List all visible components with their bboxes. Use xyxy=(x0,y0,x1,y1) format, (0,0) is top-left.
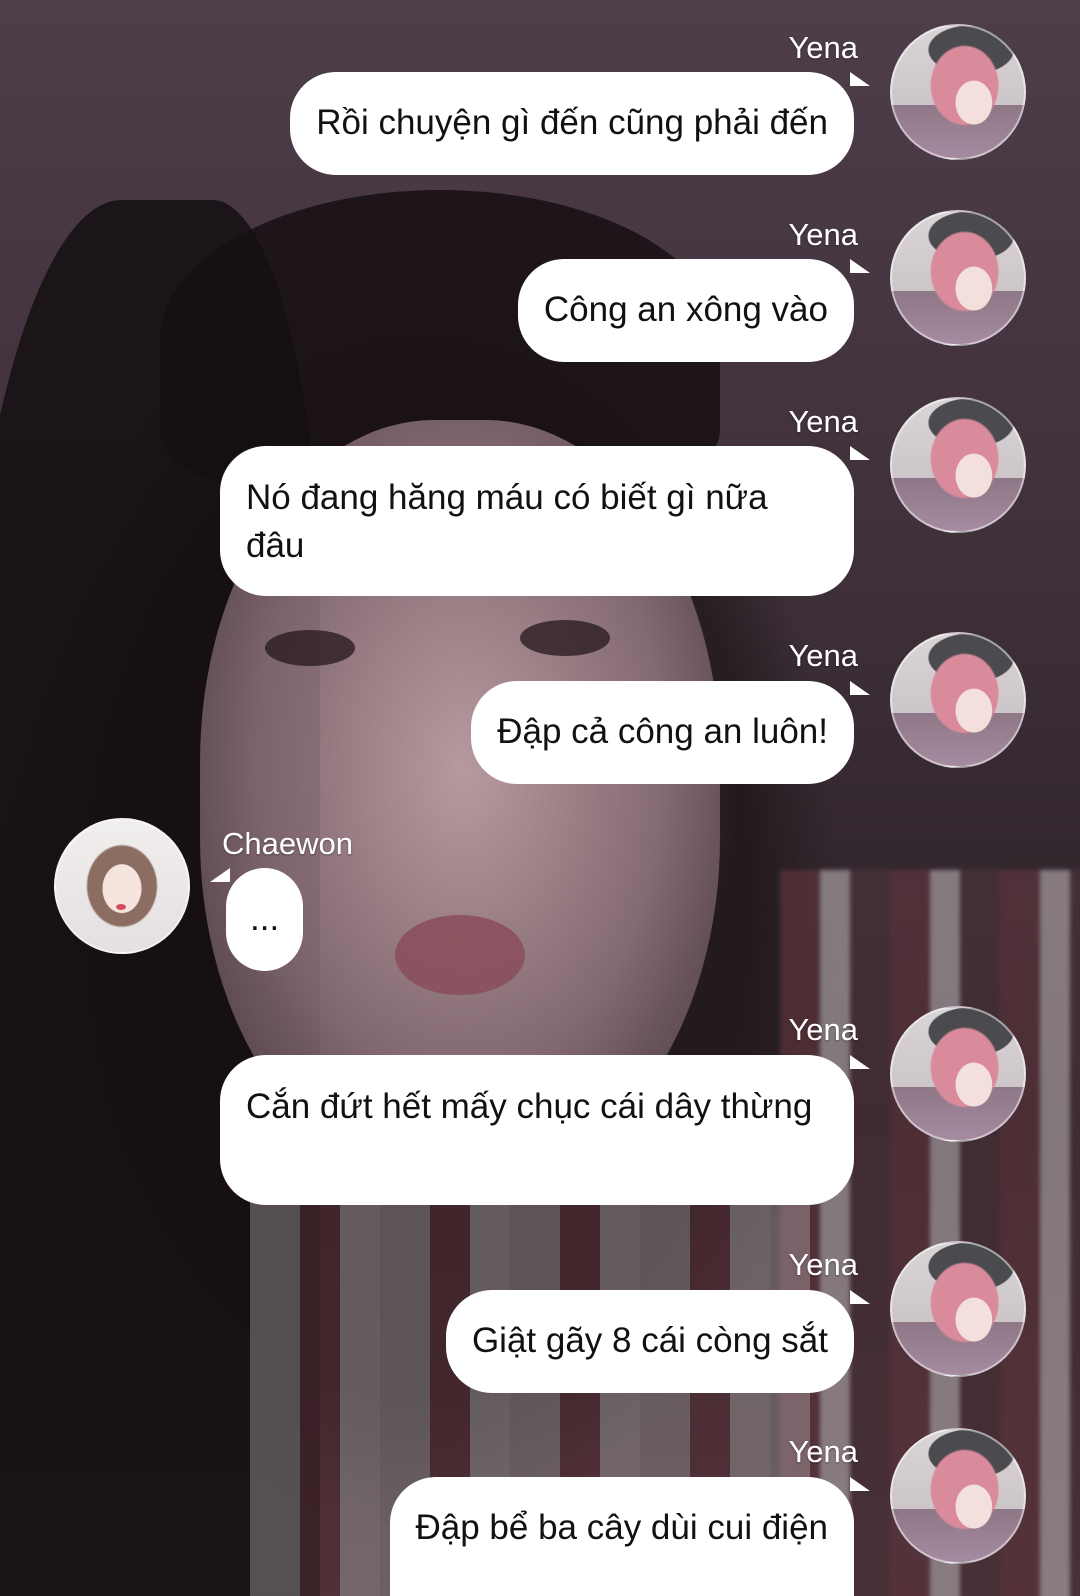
message-bubble[interactable]: Nó đang hăng máu có biết gì nữa đâu xyxy=(220,446,854,596)
sender-name: Yena xyxy=(788,1012,858,1047)
bubble-tail xyxy=(850,72,870,86)
message-text: Cắn đứt hết mấy chục cái dây thừng xyxy=(246,1087,813,1126)
message-text: Công an xông vào xyxy=(543,290,828,329)
message-text: Giật gãy 8 cái còng sắt xyxy=(471,1321,828,1360)
avatar-yena[interactable] xyxy=(890,397,1026,533)
message-bubble[interactable]: Đập bể ba cây dùi cui điện xyxy=(389,1477,854,1596)
sender-name: Yena xyxy=(788,1247,858,1282)
avatar-yena[interactable] xyxy=(890,24,1026,160)
sender-name: Chaewon xyxy=(222,826,353,861)
message-text: ... xyxy=(250,899,280,938)
message-bubble[interactable]: Rồi chuyện gì đến cũng phải đến xyxy=(290,72,854,175)
avatar-chaewon[interactable] xyxy=(54,818,190,954)
sender-name: Yena xyxy=(788,404,858,439)
bubble-tail xyxy=(210,868,230,882)
message-bubble[interactable]: Công an xông vào xyxy=(517,259,854,362)
message-bubble[interactable]: ... xyxy=(226,868,304,971)
bubble-tail xyxy=(850,1290,870,1304)
bubble-tail xyxy=(850,446,870,460)
message-text: Đập cả công an luôn! xyxy=(497,712,828,751)
sender-name: Yena xyxy=(788,217,858,252)
sender-name: Yena xyxy=(788,30,858,65)
message-text: Nó đang hăng máu có biết gì nữa đâu xyxy=(246,478,768,565)
message-bubble[interactable]: Cắn đứt hết mấy chục cái dây thừng xyxy=(220,1055,854,1205)
avatar-yena[interactable] xyxy=(890,1428,1026,1564)
message-bubble[interactable]: Giật gãy 8 cái còng sắt xyxy=(445,1290,854,1393)
message-text: Rồi chuyện gì đến cũng phải đến xyxy=(316,103,828,142)
bubble-tail xyxy=(850,681,870,695)
sender-name: Yena xyxy=(788,1434,858,1469)
avatar-yena[interactable] xyxy=(890,210,1026,346)
avatar-yena[interactable] xyxy=(890,1006,1026,1142)
sender-name: Yena xyxy=(788,638,858,673)
bubble-tail xyxy=(850,259,870,273)
avatar-yena[interactable] xyxy=(890,1241,1026,1377)
message-text: Đập bể ba cây dùi cui điện xyxy=(415,1508,829,1547)
bubble-tail xyxy=(850,1055,870,1069)
message-bubble[interactable]: Đập cả công an luôn! xyxy=(471,681,854,784)
avatar-yena[interactable] xyxy=(890,632,1026,768)
bubble-tail xyxy=(850,1477,870,1491)
